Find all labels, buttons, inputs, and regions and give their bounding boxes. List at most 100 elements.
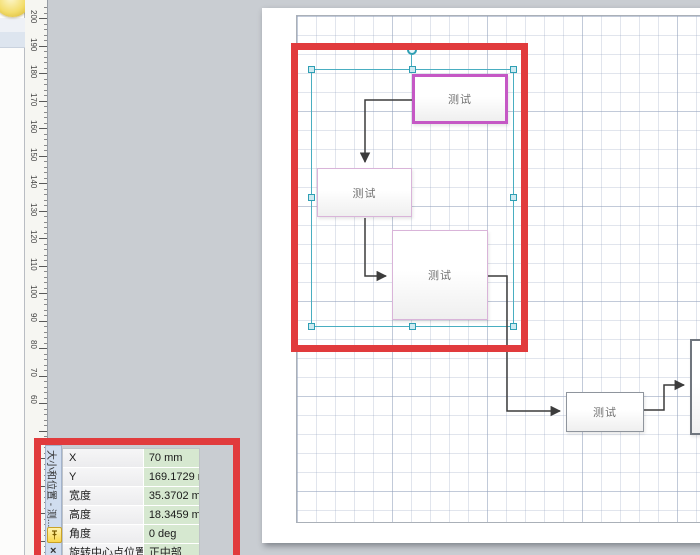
visio-window: 测试 测试 测试 测试 测试 2001901801701601501401301… [0,0,700,555]
ruler-tick [39,100,47,102]
annotation-rect-panel [34,438,240,555]
ruler-tick [44,117,47,118]
ruler-tick [44,436,47,437]
ruler-tick [44,56,47,58]
ruler-tick [44,67,47,69]
ruler-tick [44,139,47,140]
ruler-tick [44,315,47,316]
annotation-rect-selection [291,43,528,352]
ruler-label: 110 [29,257,38,271]
ruler-label: 130 [29,202,38,216]
ruler-label: 160 [29,120,38,134]
ruler-tick [39,348,47,349]
left-pane-strip [0,0,29,555]
ruler-tick [44,342,47,344]
ruler-tick [44,144,47,146]
ruler-tick [39,210,47,212]
ruler-tick [44,221,47,223]
ruler-tick [44,23,47,25]
ruler-tick [44,419,47,421]
ruler-tick [44,425,47,426]
ruler-tick [44,106,47,107]
ruler-tick [44,194,47,195]
ruler-tick [44,150,47,151]
ruler-tick [44,188,47,190]
ruler-tick [39,293,47,294]
ruler-tick [44,408,47,410]
ruler-tick [44,260,47,261]
ruler-label: 120 [29,230,38,244]
ruler-tick [44,34,47,36]
ruler-tick [44,84,47,85]
ruler-tick [39,403,47,404]
ruler-tick [44,271,47,272]
ruler-tick [44,287,47,289]
ruler-tick [44,331,47,333]
ruler-tick [44,397,47,399]
ruler-tick [44,364,47,366]
ruler-label: 70 [29,367,38,377]
ruler-tick [44,254,47,256]
ruler-tick [44,62,47,63]
ruler-tick [44,78,47,80]
ruler-tick [44,232,47,234]
ruler-tick [44,381,47,382]
ruler-label: 140 [29,175,38,189]
ruler-tick [39,128,47,129]
ruler-tick [44,199,47,201]
ruler-tick [39,183,47,184]
ruler-tick [44,111,47,113]
ruler-tick [44,337,47,338]
ruler-tick [44,386,47,388]
ruler-tick [39,18,47,19]
ruler-label: 100 [29,285,38,299]
ruler-label: 90 [29,312,38,322]
ruler-tick [44,298,47,300]
ruler-tick [44,414,47,415]
ruler-tick [44,177,47,179]
ruler-tick [44,309,47,311]
flowchart-shape-4[interactable]: 测试 [566,392,644,432]
ruler-tick [44,122,47,124]
ruler-tick [44,227,47,228]
ruler-label: 170 [29,92,38,106]
ruler-tick [44,40,47,41]
shape-label: 测试 [593,407,617,419]
ruler-tick [39,375,47,377]
ruler-tick [39,320,47,322]
ruler-label: 190 [29,37,38,51]
ruler-tick [44,370,47,371]
ruler-tick [44,161,47,162]
ruler-tick [39,265,47,267]
ruler-tick [44,12,47,14]
ruler-label: 180 [29,65,38,79]
ruler-label: 60 [29,395,38,404]
ruler-tick [44,7,47,8]
ruler-tick [44,326,47,327]
ruler-tick [44,353,47,355]
ruler-tick [44,51,47,52]
ruler-tick [44,29,47,30]
ruler-tick [44,133,47,135]
flowchart-shape-5[interactable]: 测试 [690,339,700,435]
ruler-tick [44,216,47,217]
ruler-tick [44,392,47,393]
ruler-label: 80 [29,340,38,349]
ruler-tick [39,238,47,239]
ruler-tick [44,249,47,250]
ruler-tick [44,166,47,168]
ruler-tick [44,304,47,305]
ruler-tick [44,359,47,360]
ruler-tick [44,282,47,283]
ruler-tick [39,155,47,157]
ruler-tick [44,95,47,96]
ruler-tick [44,205,47,206]
ruler-tick [44,172,47,173]
ruler-tick [44,276,47,278]
ruler-label: 150 [29,147,38,161]
ruler-tick [44,89,47,91]
ruler-tick [39,73,47,74]
ruler-tick [44,243,47,245]
ruler-tick [39,45,47,47]
ruler-tick [39,430,47,432]
